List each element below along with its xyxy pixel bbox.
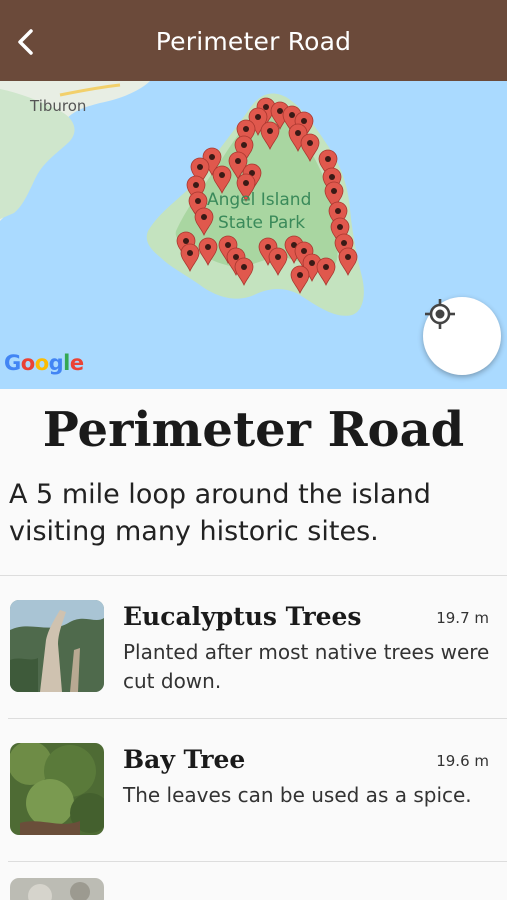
poi-name: Eucalyptus Trees <box>123 602 362 631</box>
map-marker-dot <box>309 260 315 266</box>
map-marker-dot <box>263 104 269 110</box>
map-marker-dot <box>241 264 247 270</box>
map-marker-dot <box>295 130 301 136</box>
partial-thumbnail <box>10 878 104 900</box>
map-marker-dot <box>331 188 337 194</box>
map-marker-dot <box>243 126 249 132</box>
map-marker-dot <box>277 108 283 114</box>
list-item-bay-tree[interactable]: Bay Tree 19.6 m The leaves can be used a… <box>0 719 507 861</box>
google-logo: Google <box>4 351 84 375</box>
map-marker-dot <box>275 254 281 260</box>
map-marker-dot <box>241 142 247 148</box>
poi-distance: 19.7 m <box>436 609 489 627</box>
map-marker-dot <box>183 238 189 244</box>
map-marker-dot <box>335 208 341 214</box>
map-marker-dot <box>201 214 207 220</box>
map-marker-dot <box>345 254 351 260</box>
header-title: Perimeter Road <box>155 27 352 56</box>
map-view[interactable]: Tiburon Angel Island State Park Google <box>0 81 507 389</box>
map-marker-dot <box>243 180 249 186</box>
map-marker-dot <box>233 254 239 260</box>
my-location-button[interactable] <box>423 297 501 375</box>
map-marker-dot <box>289 112 295 118</box>
poi-description: The leaves can be used as a spice. <box>123 783 472 807</box>
poi-distance: 19.6 m <box>436 752 489 770</box>
map-marker-dot <box>337 224 343 230</box>
map-marker-dot <box>195 198 201 204</box>
poi-name: Bay Tree <box>123 745 246 774</box>
map-marker-dot <box>301 248 307 254</box>
map-marker-dot <box>197 164 203 170</box>
map-marker-dot <box>209 154 215 160</box>
map-marker-dot <box>297 272 303 278</box>
eucalyptus-thumbnail <box>10 600 104 692</box>
map-marker-dot <box>323 264 329 270</box>
map-label-tiburon: Tiburon <box>30 97 87 115</box>
map-marker-dot <box>235 158 241 164</box>
my-location-icon <box>425 299 455 329</box>
map-marker-dot <box>329 174 335 180</box>
map-marker-dot <box>341 240 347 246</box>
map-marker-dot <box>219 172 225 178</box>
map-marker-dot <box>301 118 307 124</box>
map-marker-dot <box>265 244 271 250</box>
map-marker-dot <box>193 182 199 188</box>
route-title: Perimeter Road <box>42 402 465 458</box>
app-header: Perimeter Road <box>0 0 507 81</box>
list-item-eucalyptus-trees[interactable]: Eucalyptus Trees 19.7 m Planted after mo… <box>0 576 507 718</box>
bay-tree-thumbnail <box>10 743 104 835</box>
map-marker-dot <box>255 114 261 120</box>
poi-description: Planted after most native trees were cut… <box>123 640 490 693</box>
map-marker-dot <box>325 156 331 162</box>
route-description: A 5 mile loop around the island visiting… <box>9 479 431 547</box>
map-label-park: Angel Island <box>207 190 312 210</box>
map-marker-dot <box>267 128 273 134</box>
map-marker-dot <box>307 140 313 146</box>
map-marker-dot <box>205 244 211 250</box>
map-label-park-2: State Park <box>218 213 306 233</box>
list-item-partial[interactable] <box>0 862 507 900</box>
map-marker-dot <box>225 242 231 248</box>
map-marker-dot <box>187 250 193 256</box>
